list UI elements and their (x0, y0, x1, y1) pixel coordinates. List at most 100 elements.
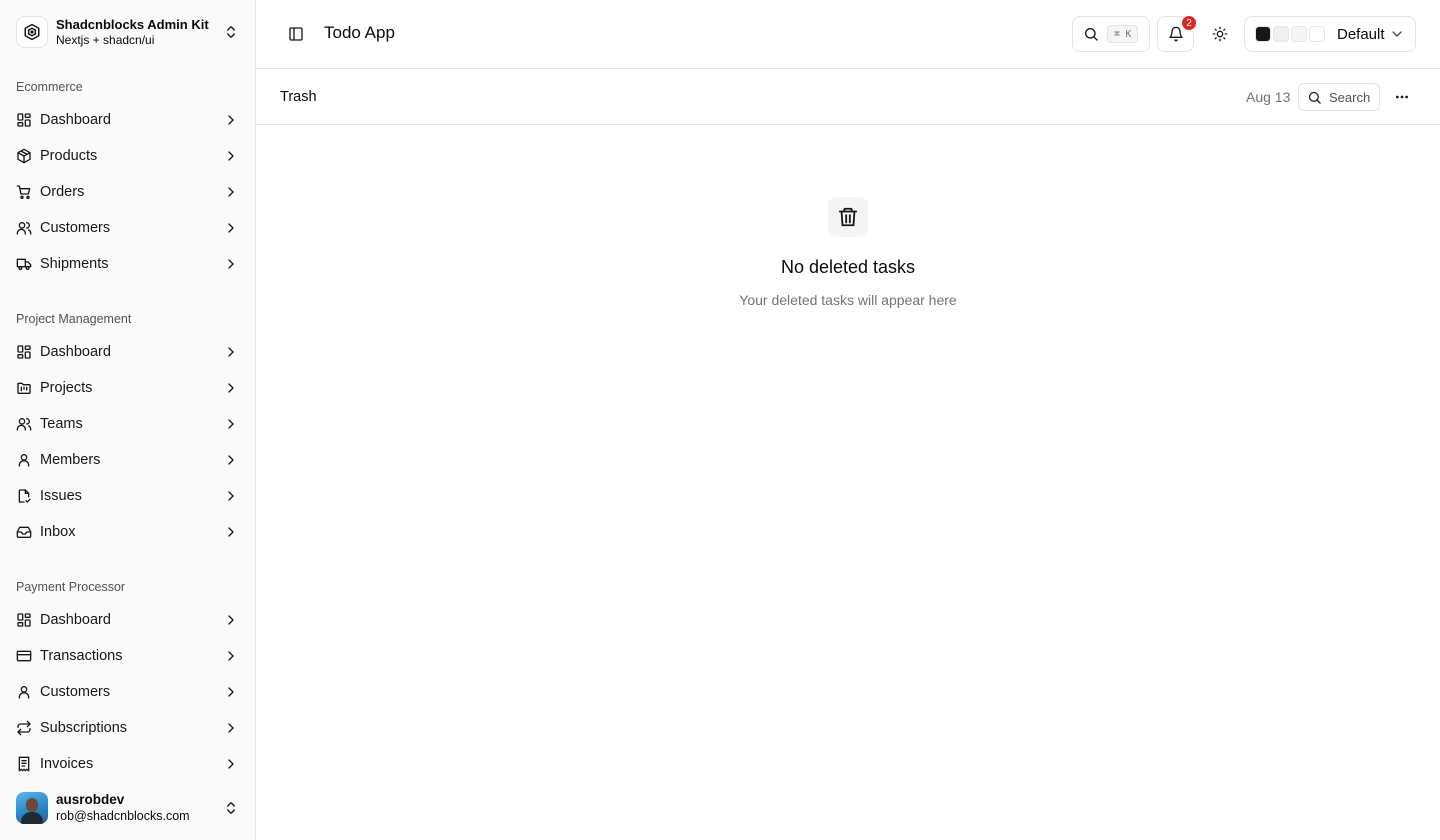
sidebar-item-shipments[interactable]: Shipments (8, 248, 247, 280)
sidebar-item-products[interactable]: Products (8, 140, 247, 172)
sidebar-item-orders[interactable]: Orders (8, 176, 247, 208)
theme-toggle-button[interactable] (1208, 22, 1232, 46)
sidebar-item-label: Products (40, 148, 98, 164)
team-switcher[interactable]: Shadcnblocks Admin Kit Nextjs + shadcn/u… (8, 8, 247, 56)
more-horizontal-icon (1396, 95, 1408, 99)
sidebar-item-label: Transactions (40, 648, 123, 664)
chevrons-up-down-icon (227, 802, 235, 814)
theme-swatch (1255, 26, 1271, 42)
chevron-right-icon (228, 615, 234, 625)
sidebar-item-teams[interactable]: Teams (8, 408, 247, 440)
user-icon (18, 686, 30, 699)
chevron-right-icon (228, 151, 234, 161)
chevron-down-icon (1392, 31, 1402, 37)
truck-icon (16, 258, 32, 270)
sidebar-item-label: Dashboard (40, 112, 111, 128)
theme-swatch (1273, 26, 1289, 42)
view-title: Trash (280, 89, 317, 105)
search-icon (1085, 28, 1098, 41)
search-shortcut: ⌘ K (1107, 25, 1139, 43)
chevron-right-icon (228, 383, 234, 393)
chevron-right-icon (228, 527, 234, 537)
user-email: rob@shadcnblocks.com (56, 809, 190, 824)
sidebar-item-customers[interactable]: Customers (8, 212, 247, 244)
theme-swatches (1255, 26, 1325, 42)
todo-toolbar: Trash Aug 13 Search (256, 69, 1440, 125)
sidebar-item-projects[interactable]: Projects (8, 372, 247, 404)
chevron-right-icon (228, 347, 234, 357)
sidebar-item-label: Dashboard (40, 612, 111, 628)
empty-state-subtitle: Your deleted tasks will appear here (739, 292, 957, 308)
brand-logo-icon (16, 16, 48, 48)
sidebar-item-label: Members (40, 452, 101, 468)
chevron-right-icon (228, 491, 234, 501)
current-date: Aug 13 (1246, 89, 1291, 105)
theme-preset-select[interactable]: Default (1244, 16, 1416, 52)
brand-title: Shadcnblocks Admin Kit (56, 16, 209, 32)
sidebar-item-invoices[interactable]: Invoices (8, 748, 247, 780)
chevron-right-icon (228, 651, 234, 661)
sidebar-item-label: Customers (40, 220, 111, 236)
avatar (16, 792, 48, 824)
sidebar-item-inbox[interactable]: Inbox (8, 516, 247, 548)
package-icon (17, 148, 31, 164)
sidebar-item-label: Dashboard (40, 344, 111, 360)
receipt-icon (18, 756, 30, 772)
sidebar-item-subscriptions[interactable]: Subscriptions (8, 712, 247, 744)
sidebar-item-label: Projects (40, 380, 93, 396)
sidebar-item-label: Subscriptions (40, 720, 128, 736)
sidebar-item-label: Teams (40, 416, 83, 432)
group-label-payment-processor: Payment Processor (16, 580, 126, 594)
layout-dashboard-icon (17, 113, 31, 127)
theme-swatch (1309, 26, 1325, 42)
chevron-right-icon (228, 223, 234, 233)
task-search-button[interactable]: Search (1298, 83, 1380, 111)
more-options-button[interactable] (1390, 85, 1414, 109)
sidebar-item-label: Inbox (40, 524, 76, 540)
group-label-project-management: Project Management (16, 312, 132, 326)
file-check-icon (18, 489, 31, 503)
sidebar-toggle-button[interactable] (284, 22, 308, 46)
theme-swatch (1291, 26, 1307, 42)
users-icon (16, 222, 32, 235)
sidebar-item-pm-dashboard[interactable]: Dashboard (8, 336, 247, 368)
chevron-right-icon (228, 187, 234, 197)
sidebar-item-label: Orders (40, 184, 85, 200)
theme-preset-label: Default (1337, 25, 1385, 43)
chevron-right-icon (228, 455, 234, 465)
sidebar-item-label: Invoices (40, 756, 94, 772)
sidebar-item-label: Issues (40, 488, 82, 504)
sidebar-item-members[interactable]: Members (8, 444, 247, 476)
notification-count-badge: 2 (1181, 15, 1197, 31)
group-label-ecommerce: Ecommerce (16, 80, 83, 94)
bell-icon (1168, 26, 1183, 42)
sidebar-item-label: Shipments (40, 256, 109, 272)
user-menu[interactable]: ausrobdev rob@shadcnblocks.com (8, 784, 247, 832)
repeat-icon (17, 720, 31, 736)
chevrons-up-down-icon (227, 26, 235, 38)
chevron-right-icon (228, 687, 234, 697)
user-name: ausrobdev (56, 791, 125, 807)
sidebar-item-payments-dashboard[interactable]: Dashboard (8, 604, 247, 636)
sidebar-item-payment-customers[interactable]: Customers (8, 676, 247, 708)
panel-left-icon (289, 27, 303, 41)
page-title: Todo App (324, 23, 395, 42)
global-search-button[interactable]: ⌘ K (1072, 16, 1150, 52)
shopping-cart-icon (16, 185, 31, 199)
user-icon (18, 454, 30, 467)
sidebar-item-ecommerce-dashboard[interactable]: Dashboard (8, 104, 247, 136)
folder-kanban-icon (17, 382, 31, 394)
task-search-label: Search (1329, 89, 1371, 105)
sidebar-item-transactions[interactable]: Transactions (8, 640, 247, 672)
trash-icon (828, 197, 868, 237)
sidebar-item-issues[interactable]: Issues (8, 480, 247, 512)
layout-dashboard-icon (17, 345, 31, 359)
chevron-right-icon (228, 419, 234, 429)
credit-card-icon (16, 650, 32, 662)
chevron-right-icon (228, 723, 234, 733)
chevron-right-icon (228, 259, 234, 269)
top-header: Todo App ⌘ K 2 Default (256, 0, 1440, 69)
notifications-button[interactable]: 2 (1157, 15, 1197, 52)
users-icon (16, 418, 32, 431)
layout-dashboard-icon (17, 613, 31, 627)
